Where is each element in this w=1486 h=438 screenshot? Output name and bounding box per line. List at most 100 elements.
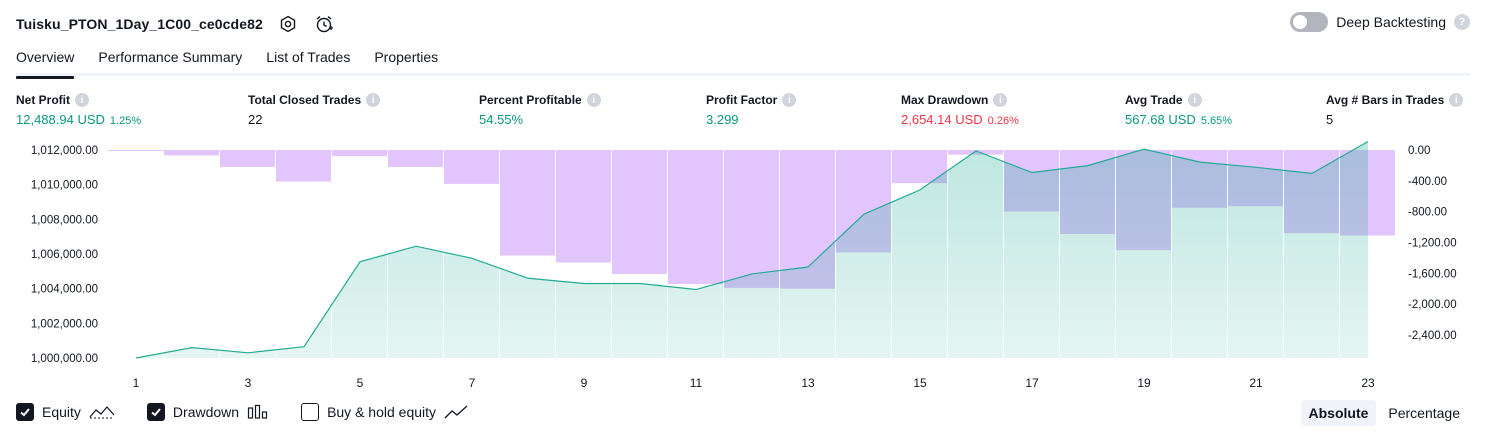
drawdown-checkbox[interactable] — [146, 403, 165, 421]
equity-drawdown-chart[interactable]: 1,000,000.00 1,002,000.00 1,004,000.00 1,00… — [0, 140, 1486, 398]
x-axis-tick-label: 23 — [1361, 376, 1375, 390]
buy-hold-checkbox[interactable] — [301, 403, 320, 421]
bars-icon — [247, 404, 268, 419]
x-axis-tick-label: 15 — [913, 376, 927, 390]
metric-total-closed-trades: Total Closed Trades i 22 — [248, 93, 381, 127]
metrics-row: Net Profit i 12,488.94 USD 1.25% Total Clo… — [16, 93, 1472, 133]
info-icon[interactable]: i — [782, 93, 797, 107]
drawdown-bar — [108, 150, 163, 151]
checkmark-icon — [151, 408, 161, 417]
x-axis-tick-label: 19 — [1137, 376, 1151, 390]
deep-backtesting-control: Deep Backtesting ? — [1290, 12, 1470, 32]
left-axis-tick-label: 1,000,000.00 — [31, 353, 98, 365]
drawdown-bar — [556, 150, 611, 263]
right-axis-tick-label: -1,200.00 — [1408, 237, 1457, 249]
left-axis-tick-label: 1,006,000.00 — [31, 249, 98, 261]
metric-label: Max Drawdown — [901, 93, 989, 107]
equity-checkbox[interactable] — [16, 403, 34, 421]
drawdown-bar — [668, 150, 723, 285]
left-axis-tick-label: 1,010,000.00 — [31, 180, 98, 192]
strategy-header: Tuisku_PTON_1Day_1C00_ce0cde82 — [16, 8, 335, 40]
tab-list-of-trades[interactable]: List of Trades — [266, 44, 350, 76]
metric-net-profit: Net Profit i 12,488.94 USD 1.25% — [16, 93, 141, 127]
equity-line-icon — [89, 406, 115, 419]
chart-legend: Equity Drawdown Buy & hold equity — [16, 403, 468, 421]
drawdown-bar — [500, 150, 555, 256]
info-icon[interactable]: i — [1449, 93, 1464, 107]
drawdown-bar — [220, 150, 275, 167]
metric-value: 3.299 — [706, 112, 739, 127]
line-chart-icon — [444, 405, 468, 419]
tab-properties[interactable]: Properties — [374, 44, 438, 76]
x-axis-tick-label: 9 — [581, 376, 588, 390]
metric-avg-bars-in-trades: Avg # Bars in Trades i 5 — [1326, 93, 1464, 127]
left-axis-tick-label: 1,002,000.00 — [31, 318, 98, 330]
tab-bar: Overview Performance Summary List of Tra… — [16, 44, 1470, 79]
left-axis-tick-label: 1,004,000.00 — [31, 284, 98, 296]
metric-percent-profitable: Percent Profitable i 54.55% — [479, 93, 601, 127]
legend-equity[interactable]: Equity — [16, 403, 115, 421]
info-icon[interactable]: i — [586, 93, 601, 107]
metric-value: 54.55% — [479, 112, 524, 127]
strategy-name: Tuisku_PTON_1Day_1C00_ce0cde82 — [16, 16, 263, 32]
info-icon[interactable]: i — [993, 93, 1008, 107]
metric-percent: 0.26% — [987, 115, 1019, 127]
x-axis-tick-label: 13 — [801, 376, 815, 390]
legend-equity-label: Equity — [42, 404, 81, 420]
x-axis-tick-label: 5 — [357, 376, 364, 390]
deep-backtesting-label: Deep Backtesting — [1336, 14, 1446, 30]
x-axis-tick-label: 11 — [690, 376, 703, 390]
right-axis-tick-label: -2,000.00 — [1408, 299, 1457, 311]
right-axis-tick-label: 0.00 — [1408, 145, 1430, 157]
x-axis-tick-label: 7 — [469, 376, 476, 390]
metric-value: 2,654.14 USD — [901, 112, 983, 127]
alarm-clock-icon[interactable] — [313, 13, 335, 35]
checkmark-icon — [20, 408, 30, 417]
metric-percent: 1.25% — [109, 115, 142, 127]
drawdown-bar — [332, 150, 387, 157]
legend-drawdown-label: Drawdown — [172, 404, 240, 420]
metric-label: Total Closed Trades — [248, 93, 362, 107]
drawdown-bar — [164, 150, 219, 156]
x-axis-tick-label: 1 — [133, 376, 140, 390]
deep-backtesting-toggle[interactable] — [1290, 12, 1329, 32]
metric-max-drawdown: Max Drawdown i 2,654.14 USD 0.26% — [901, 93, 1019, 127]
tab-overview[interactable]: Overview — [16, 44, 75, 79]
metric-percent: 5.65% — [1200, 115, 1233, 127]
metric-avg-trade: Avg Trade i 567.68 USD 5.65% — [1125, 93, 1232, 127]
metric-label: Net Profit — [16, 93, 70, 107]
help-icon[interactable]: ? — [1454, 14, 1470, 30]
drawdown-bar — [444, 150, 499, 184]
legend-drawdown[interactable]: Drawdown — [146, 403, 269, 421]
right-axis-tick-label: -400.00 — [1408, 176, 1447, 188]
legend-buy-hold-label: Buy & hold equity — [327, 404, 437, 420]
metric-label: Percent Profitable — [479, 93, 582, 107]
metric-label: Avg # Bars in Trades — [1326, 93, 1445, 107]
drawdown-bar — [612, 150, 667, 275]
right-axis-tick-label: -1,600.00 — [1408, 268, 1457, 280]
metric-value: 12,488.94 USD — [16, 112, 105, 127]
metric-value: 22 — [248, 112, 263, 127]
metric-label: Profit Factor — [706, 93, 778, 107]
absolute-button[interactable]: Absolute — [1300, 400, 1377, 426]
drawdown-bar — [276, 150, 331, 182]
metric-value: 5 — [1326, 112, 1334, 127]
drawdown-bar — [724, 150, 779, 288]
percentage-button[interactable]: Percentage — [1380, 400, 1468, 426]
right-axis-tick-label: -800.00 — [1408, 207, 1447, 219]
left-axis-tick-label: 1,008,000.00 — [31, 214, 98, 226]
x-axis-tick-label: 3 — [245, 376, 252, 390]
info-icon[interactable]: i — [366, 93, 381, 107]
legend-buy-hold-equity[interactable]: Buy & hold equity — [301, 403, 468, 421]
scale-switch: Absolute Percentage — [1300, 400, 1469, 426]
metric-profit-factor: Profit Factor i 3.299 — [706, 93, 797, 127]
tab-performance-summary[interactable]: Performance Summary — [98, 44, 242, 76]
settings-gear-icon[interactable] — [277, 13, 299, 35]
metric-value: 567.68 USD — [1125, 112, 1196, 127]
metric-label: Avg Trade — [1125, 93, 1183, 107]
info-icon[interactable]: i — [75, 93, 89, 107]
x-axis-tick-label: 21 — [1249, 376, 1263, 390]
drawdown-bar — [388, 150, 443, 167]
right-axis-tick-label: -2,400.00 — [1408, 330, 1457, 342]
info-icon[interactable]: i — [1187, 93, 1202, 107]
